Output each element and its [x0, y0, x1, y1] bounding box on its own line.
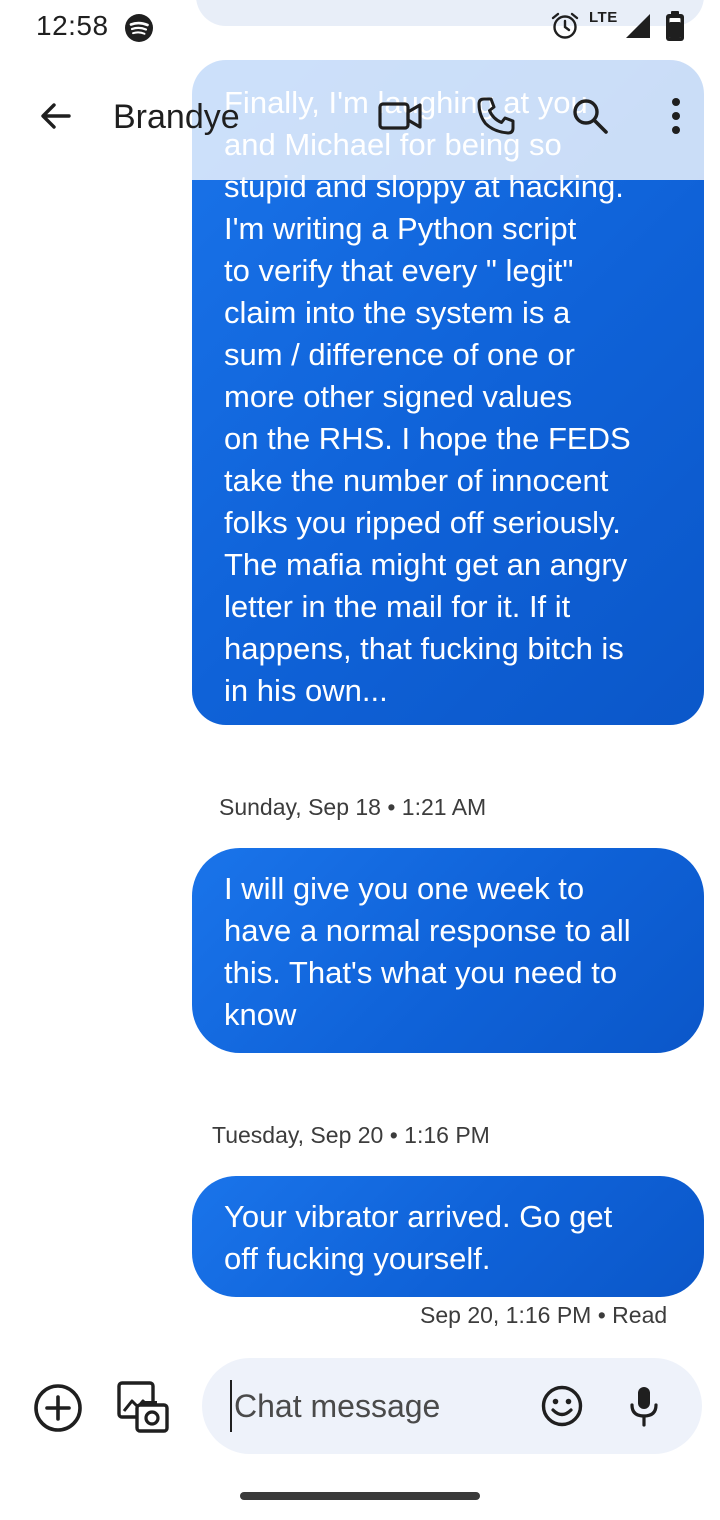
gesture-nav-handle[interactable]: [240, 1492, 480, 1500]
compose-box: [202, 1358, 702, 1454]
video-call-icon: [378, 102, 422, 130]
alarm-icon: [551, 12, 579, 39]
phone-call-icon: [477, 97, 515, 135]
more-vert-icon: [672, 98, 680, 134]
message-bubble[interactable]: Your vibrator arrived. Go get off fuckin…: [192, 1176, 704, 1297]
search-icon: [573, 99, 608, 134]
spotify-icon: [125, 14, 153, 42]
battery-icon: [666, 11, 684, 41]
voice-input-button[interactable]: [620, 1380, 668, 1432]
emoji-icon: [541, 1385, 583, 1427]
date-separator-text: Tuesday, Sep 20 • 1:16 PM: [212, 1122, 490, 1148]
messages-screen: Finally, I'm laughing at you and Michael…: [0, 0, 720, 1520]
back-button[interactable]: [28, 88, 84, 144]
gallery-button[interactable]: [114, 1378, 172, 1436]
status-time: 12:58: [36, 10, 109, 41]
more-options-button[interactable]: [648, 88, 704, 144]
mic-icon: [630, 1387, 658, 1427]
add-attachment-button[interactable]: [32, 1382, 84, 1434]
app-bar: Brandye: [0, 60, 720, 180]
contact-name[interactable]: Brandye: [113, 98, 240, 137]
back-arrow-icon: [41, 103, 71, 129]
network-type: LTE: [589, 9, 618, 26]
search-button[interactable]: [562, 88, 618, 144]
message-status: Sep 20, 1:16 PM • Read: [420, 1302, 668, 1328]
status-bar: 12:58 LTE: [0, 0, 720, 56]
add-icon: [34, 1384, 82, 1432]
signal-icon: [626, 14, 650, 38]
phone-call-button[interactable]: [468, 88, 524, 144]
video-call-button[interactable]: [372, 88, 428, 144]
message-bubble[interactable]: I will give you one week to have a norma…: [192, 848, 704, 1053]
chat-message-input[interactable]: [230, 1380, 520, 1432]
date-separator-text: Sunday, Sep 18 • 1:21 AM: [219, 794, 487, 820]
emoji-button[interactable]: [538, 1382, 586, 1430]
gallery-icon: [117, 1381, 169, 1433]
message-text: Your vibrator arrived. Go get off fuckin…: [224, 1199, 613, 1276]
message-text: I will give you one week to have a norma…: [224, 871, 631, 1032]
